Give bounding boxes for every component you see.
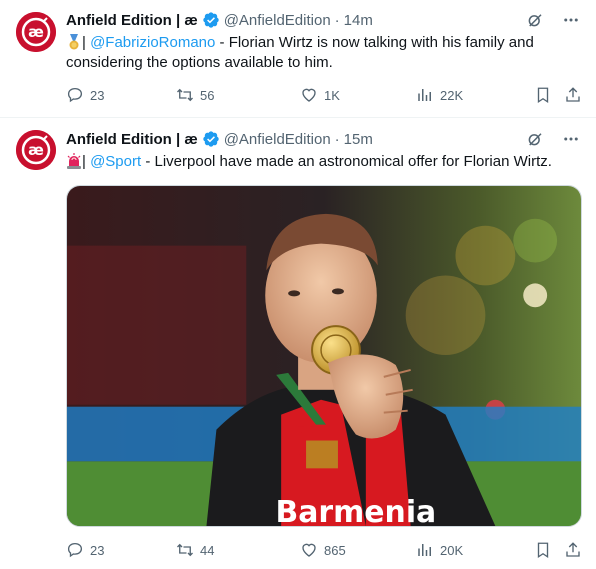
like-count: 1K [324,87,340,103]
tweet-text-prefix: | [82,34,91,51]
reply-icon [67,87,83,103]
separator-dot: · [334,11,340,29]
tweet[interactable]: æ Anfield Edition | æ @AnfieldEdition · … [0,0,596,118]
tweet-body: - Liverpool have made an astronomical of… [141,153,552,170]
view-count: 22K [440,87,464,103]
avatar[interactable]: æ [16,12,56,52]
grok-icon[interactable] [526,130,544,148]
svg-text:æ: æ [28,141,44,159]
heart-icon [302,88,316,102]
separator-dot: · [334,130,340,148]
bookmark-icon [537,87,549,104]
handle[interactable]: @AnfieldEdition [224,12,331,29]
reply-count: 23 [90,542,105,558]
view-count: 20K [440,542,464,558]
share-button[interactable] [564,86,582,104]
tweet-actions: 23 44 865 20K [66,541,582,561]
retweet-icon [177,543,193,557]
timestamp[interactable]: 15m [344,131,373,148]
anfield-edition-logo-icon: æ [16,12,56,52]
like-button[interactable]: 865 [300,541,346,559]
views-icon [418,89,431,101]
jersey-sponsor-text: Barmenia [276,495,437,526]
tweet-header: Anfield Edition | æ @AnfieldEdition · 14… [66,10,373,30]
retweet-button[interactable]: 44 [176,541,214,559]
tweet-top-icons [526,11,580,29]
bookmark-icon [537,542,549,559]
mention-link[interactable]: @FabrizioRomano [90,34,215,51]
reply-count: 23 [90,87,105,103]
tweet-text: | @FabrizioRomano - Florian Wirtz is now… [66,33,576,73]
tweet-text: | @Sport - Liverpool have made an astron… [66,152,576,172]
avatar[interactable]: æ [16,130,56,170]
player-kissing-medal-photo: CASTORE Barmenia [67,186,581,526]
tweet-actions: 23 56 1K 22K [66,86,582,106]
reply-icon [67,542,83,558]
like-button[interactable]: 1K [300,86,340,104]
retweet-button[interactable]: 56 [176,86,214,104]
bookmark-button[interactable] [534,541,552,559]
more-options-icon[interactable] [562,130,580,148]
share-button[interactable] [564,541,582,559]
verified-badge-icon [203,12,219,28]
display-name[interactable]: Anfield Edition | æ [66,12,198,29]
retweet-count: 44 [200,542,215,558]
verified-badge-icon [203,131,219,147]
share-icon [566,87,580,102]
svg-text:æ: æ [28,23,44,41]
views-button[interactable]: 20K [416,541,463,559]
tweet-text-prefix: | [82,153,91,170]
tweet-top-icons [526,130,580,148]
like-count: 865 [324,542,346,558]
grok-icon[interactable] [526,11,544,29]
anfield-edition-logo-icon: æ [16,130,56,170]
tweet-header: Anfield Edition | æ @AnfieldEdition · 15… [66,129,373,149]
bookmark-button[interactable] [534,86,552,104]
retweet-icon [177,88,193,102]
views-button[interactable]: 22K [416,86,463,104]
display-name[interactable]: Anfield Edition | æ [66,131,198,148]
share-icon [566,542,580,557]
tweet-media-photo[interactable]: CASTORE Barmenia [66,185,582,527]
mention-link[interactable]: @Sport [90,153,141,170]
reply-button[interactable]: 23 [66,86,104,104]
tweet[interactable]: æ Anfield Edition | æ @AnfieldEdition · … [0,118,596,569]
more-options-icon[interactable] [562,11,580,29]
handle[interactable]: @AnfieldEdition [224,131,331,148]
views-icon [418,544,431,556]
timestamp[interactable]: 14m [344,12,373,29]
heart-icon [302,543,316,557]
reply-button[interactable]: 23 [66,541,104,559]
medal-icon [69,34,79,50]
siren-icon [67,153,81,169]
retweet-count: 56 [200,87,215,103]
